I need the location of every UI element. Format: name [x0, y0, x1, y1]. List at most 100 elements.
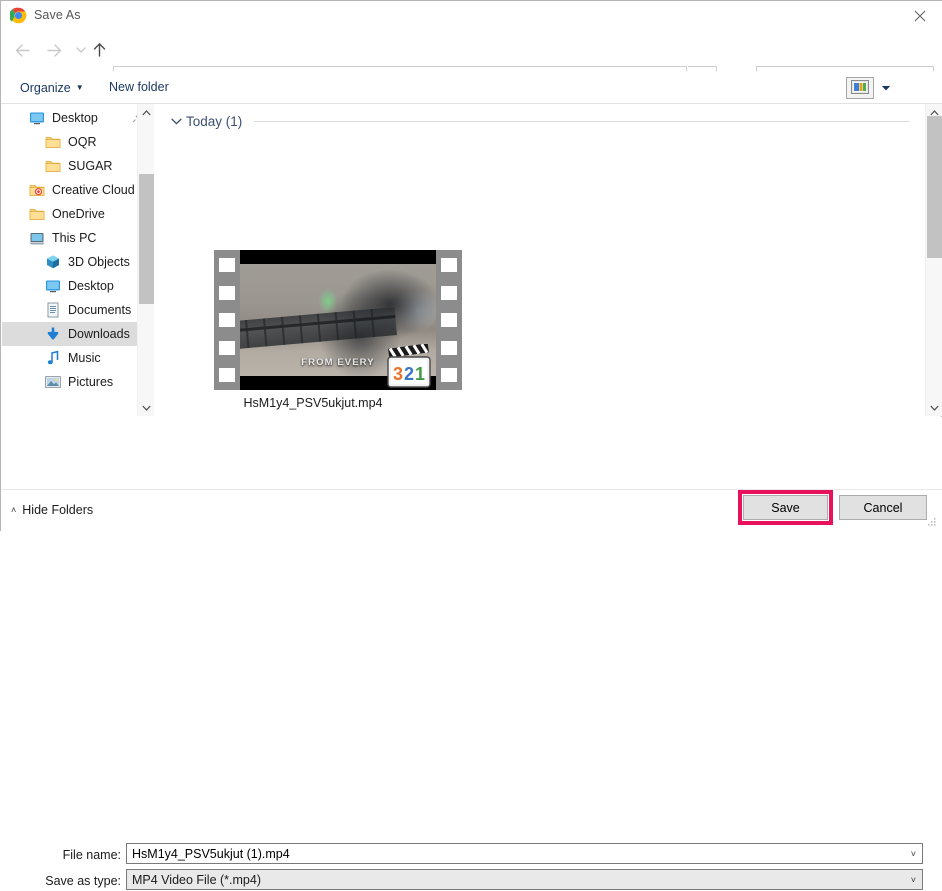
desktop-monitor-icon	[44, 277, 62, 295]
sidebar-item-label: Downloads	[68, 327, 130, 341]
save-as-dialog: Save As	[0, 0, 942, 531]
mpc-hc-321-icon: 3 2 1	[381, 344, 437, 390]
chevron-down-icon[interactable]: ˅	[911, 875, 916, 885]
folder-icon	[28, 205, 46, 223]
svg-text:1: 1	[415, 364, 425, 384]
resize-grip[interactable]	[926, 516, 938, 528]
arrow-left-icon	[14, 43, 31, 58]
arrow-up-icon	[92, 42, 107, 58]
form-area: File name: HsM1y4_PSV5ukjut (1).mp4 ˅ Sa…	[1, 417, 942, 489]
this-pc-icon	[28, 229, 46, 247]
scroll-down-arrow[interactable]	[138, 399, 155, 416]
sidebar-item-sugar[interactable]: SUGAR	[2, 154, 154, 178]
organize-button[interactable]: Organize ▼	[12, 76, 92, 99]
downloads-arrow-icon	[44, 325, 62, 343]
sidebar-item-pictures[interactable]: Pictures	[2, 370, 154, 394]
save-as-type-label: Save as type:	[11, 871, 121, 891]
file-list-pane[interactable]: Today (1)	[155, 104, 925, 416]
pictures-icon	[44, 373, 62, 391]
sidebar-item-documents[interactable]: Documents	[2, 298, 154, 322]
chevron-down-icon	[142, 405, 151, 411]
cube-3d-icon	[44, 253, 62, 271]
sidebar-item-label: 3D Objects	[68, 255, 130, 269]
sidebar-item-label: OneDrive	[52, 207, 105, 221]
navigation-bar: › This PC › Downloads	[1, 30, 942, 71]
sidebar-item-downloads[interactable]: Downloads	[2, 322, 154, 346]
save-as-type-value: MP4 Video File (*.mp4)	[132, 873, 261, 887]
close-icon	[914, 10, 926, 22]
view-options-button[interactable]	[846, 77, 874, 99]
sidebar-item-label: Desktop	[68, 279, 114, 293]
folder-icon	[44, 157, 62, 175]
music-note-icon	[44, 349, 62, 367]
svg-text:2: 2	[404, 364, 414, 384]
view-options-icon	[851, 80, 869, 97]
sidebar-item-label: This PC	[52, 231, 96, 245]
new-folder-label: New folder	[109, 80, 169, 94]
filmstrip-right-band	[436, 250, 462, 390]
cancel-button[interactable]: Cancel	[839, 495, 927, 520]
sidebar-item-creative-cloud-files[interactable]: Creative Cloud Fil	[2, 178, 154, 202]
title-bar: Save As	[1, 1, 942, 30]
file-name-value: HsM1y4_PSV5ukjut (1).mp4	[132, 847, 290, 861]
scroll-down-arrow[interactable]	[926, 399, 942, 416]
sidebar-item-desktop[interactable]: Desktop	[2, 274, 154, 298]
group-header-divider	[254, 121, 909, 122]
sidebar-item-label: Documents	[68, 303, 131, 317]
sidebar-item-onedrive[interactable]: OneDrive	[2, 202, 154, 226]
file-name-caption: HsM1y4_PSV5ukjut.mp4	[183, 396, 443, 410]
group-header-today[interactable]: Today (1)	[169, 114, 909, 129]
chevron-down-icon[interactable]	[169, 115, 183, 129]
sidebar-item-music[interactable]: Music	[2, 346, 154, 370]
sidebar-item-desktop-quick[interactable]: Desktop	[2, 106, 154, 130]
chevron-up-icon: ˄	[11, 505, 16, 515]
forward-button[interactable]	[38, 34, 70, 66]
folder-tree: Desktop OQR	[2, 104, 154, 394]
scroll-up-arrow[interactable]	[138, 104, 155, 121]
new-folder-button[interactable]: New folder	[101, 76, 177, 99]
folder-icon	[44, 133, 62, 151]
navigation-pane: Desktop OQR	[2, 104, 154, 416]
close-button[interactable]	[897, 1, 942, 30]
file-name-input[interactable]: HsM1y4_PSV5ukjut (1).mp4 ˅	[126, 843, 923, 864]
sidebar-item-label: Music	[68, 351, 101, 365]
file-name-label: File name:	[11, 845, 121, 865]
sidebar-item-3d-objects[interactable]: 3D Objects	[2, 250, 154, 274]
chevron-up-icon	[142, 110, 151, 116]
sidebar-scrollbar[interactable]	[137, 104, 154, 416]
save-as-type-select[interactable]: MP4 Video File (*.mp4) ˅	[126, 869, 923, 890]
scrollbar-thumb[interactable]	[139, 174, 154, 304]
documents-icon	[44, 301, 62, 319]
back-button[interactable]	[6, 34, 38, 66]
svg-text:3: 3	[393, 364, 403, 384]
hide-folders-label: Hide Folders	[22, 503, 93, 517]
content-scrollbar[interactable]	[925, 104, 942, 416]
file-item[interactable]: FROM EVERY 3 2 1	[183, 244, 443, 389]
save-button[interactable]: Save	[743, 495, 828, 520]
creative-cloud-icon	[28, 181, 46, 199]
chevron-down-icon	[881, 85, 891, 92]
sidebar-item-label: OQR	[68, 135, 96, 149]
chrome-logo-icon	[10, 7, 27, 24]
group-header-label: Today (1)	[186, 114, 242, 129]
filmstrip-left-band	[214, 250, 240, 390]
file-thumbnail[interactable]: FROM EVERY 3 2 1	[189, 244, 437, 389]
organize-label: Organize	[20, 81, 71, 95]
sidebar-item-oqr[interactable]: OQR	[2, 130, 154, 154]
arrow-right-icon	[46, 43, 63, 58]
view-options-caret[interactable]	[876, 77, 896, 99]
chevron-down-icon	[930, 405, 939, 411]
window-title: Save As	[34, 7, 81, 23]
hide-folders-button[interactable]: ˄ Hide Folders	[11, 501, 93, 519]
chevron-down-icon: ▼	[76, 76, 84, 99]
sidebar-item-label: Pictures	[68, 375, 113, 389]
sidebar-item-label: Desktop	[52, 111, 98, 125]
sidebar-item-label: SUGAR	[68, 159, 112, 173]
scrollbar-thumb[interactable]	[927, 116, 942, 258]
command-bar: Organize ▼ New folder	[1, 71, 942, 104]
chevron-up-icon	[930, 110, 939, 116]
desktop-monitor-icon	[28, 109, 46, 127]
up-button[interactable]	[83, 34, 115, 66]
sidebar-item-this-pc[interactable]: This PC	[2, 226, 154, 250]
chevron-down-icon[interactable]: ˅	[911, 849, 916, 859]
